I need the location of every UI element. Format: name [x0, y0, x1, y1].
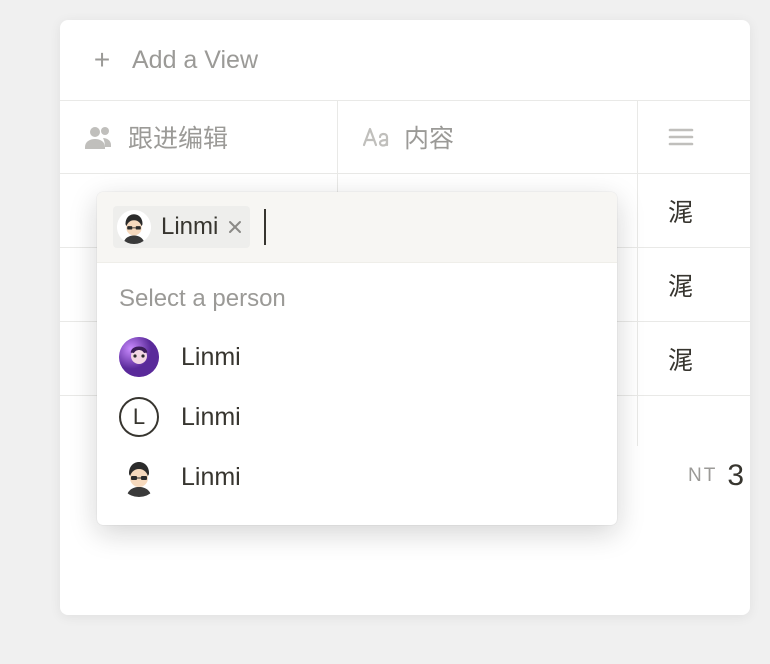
person-option-label: Linmi — [181, 463, 241, 492]
table-header-row: 跟进编辑 内容 — [60, 100, 750, 174]
person-option[interactable]: Linmi — [107, 327, 607, 387]
avatar-icon — [117, 210, 151, 244]
cell-tags[interactable]: 浘 — [638, 322, 750, 395]
column-label: 跟进编辑 — [128, 119, 228, 155]
column-label: 内容 — [404, 119, 454, 155]
dropdown-options: Linmi L Linmi Linmi — [97, 323, 617, 525]
count-label: NT — [688, 465, 717, 487]
chip-name: Linmi — [161, 213, 218, 241]
column-header-person[interactable]: 跟进编辑 — [60, 101, 338, 173]
cell-tags[interactable]: 浘 — [638, 248, 750, 321]
list-icon — [668, 127, 694, 147]
person-input-row[interactable]: Linmi — [97, 192, 617, 263]
person-select-popover: Linmi Select a person Linmi — [97, 192, 617, 525]
count-value: 3 — [727, 459, 744, 493]
person-option-label: Linmi — [181, 343, 241, 372]
avatar-icon — [119, 337, 159, 377]
column-header-title[interactable]: 内容 — [338, 101, 638, 173]
dropdown-prompt: Select a person — [97, 263, 617, 323]
cell-tags[interactable]: 浘 — [638, 174, 750, 247]
column-header-multiselect[interactable] — [638, 101, 750, 173]
person-option-label: Linmi — [181, 403, 241, 432]
add-view-button[interactable]: + Add a View — [60, 20, 750, 100]
selected-person-chip[interactable]: Linmi — [113, 206, 250, 248]
person-search-input[interactable] — [264, 209, 304, 245]
add-view-label: Add a View — [132, 46, 258, 75]
avatar-letter-icon: L — [119, 397, 159, 437]
plus-icon: + — [88, 44, 116, 76]
remove-chip-icon[interactable] — [228, 220, 242, 234]
text-aa-icon — [362, 127, 390, 147]
cell-tags[interactable] — [638, 396, 750, 446]
person-option[interactable]: L Linmi — [107, 387, 607, 447]
person-option[interactable]: Linmi — [107, 447, 607, 507]
people-icon — [84, 125, 114, 149]
avatar-icon — [119, 457, 159, 497]
